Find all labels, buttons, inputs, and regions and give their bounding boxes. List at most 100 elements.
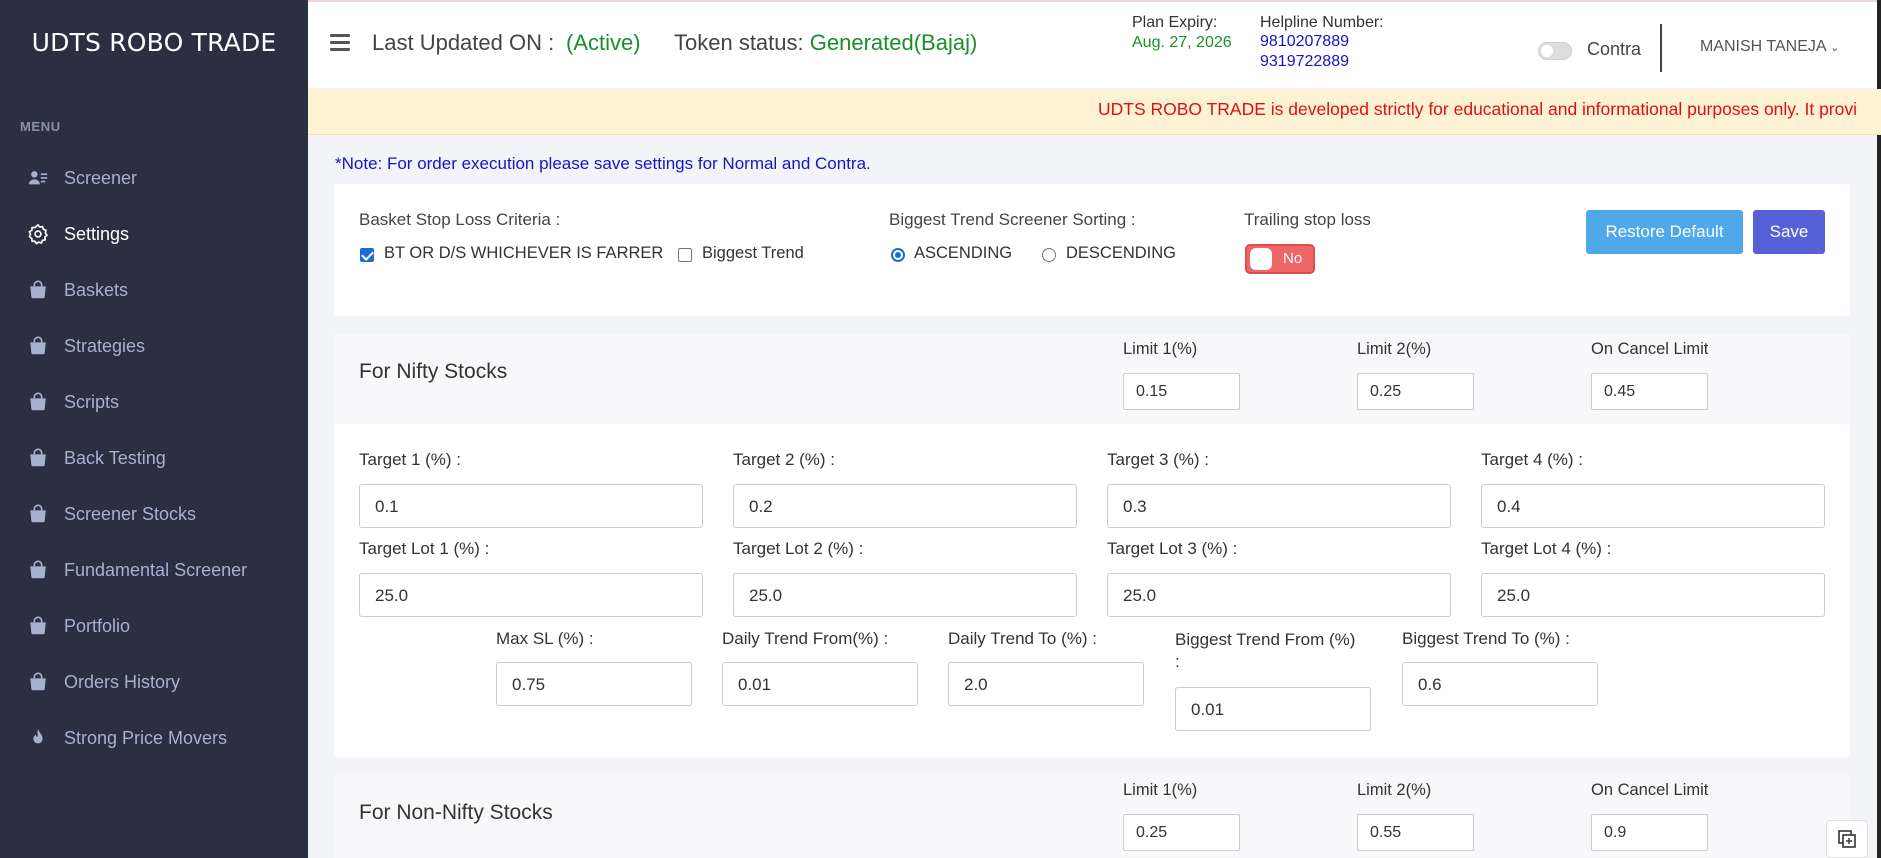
non-nifty-section-header: For Non-Nifty Stocks Limit 1(%) 0.25 Lim… [334,775,1850,858]
sidebar-item-label: Portfolio [64,615,131,636]
ascending-label: ASCENDING [914,244,1013,262]
sidebar-item-label: Strong Price Movers [64,727,228,748]
descending-label: DESCENDING [1066,244,1177,262]
biggest-trend-to-input[interactable]: 0.6 [1402,662,1598,706]
trailing-sl-toggle[interactable]: No [1245,244,1315,274]
plan-expiry: Plan Expiry: Aug. 27, 2026 [1132,14,1232,52]
sidebar-item-screener[interactable]: Screener [0,150,308,206]
daily-trend-to-label: Daily Trend To (%) : [948,629,1097,648]
nifty-cancel-input[interactable]: 0.45 [1591,373,1708,410]
non-nifty-limit2-input[interactable]: 0.55 [1357,814,1474,851]
sidebar-item-back-testing[interactable]: Back Testing [0,430,308,486]
descending-radio[interactable] [1042,248,1056,262]
sidebar-item-scripts[interactable]: Scripts [0,374,308,430]
target-lot4-input[interactable]: 25.0 [1481,573,1825,617]
non-nifty-cancel-input[interactable]: 0.9 [1591,814,1708,851]
sidebar: UDTS ROBO TRADE MENU Screener Settings Bas… [0,0,308,858]
token-status: Token status: Generated(Bajaj) [674,30,977,56]
sidebar-item-portfolio[interactable]: Portfolio [0,598,308,654]
toggle-knob [1250,248,1272,270]
divider [1660,24,1662,72]
sidebar-item-label: Baskets [64,279,129,300]
sidebar-item-strong-price-movers[interactable]: Strong Price Movers [0,710,308,766]
nifty-limit2-label: Limit 2(%) [1357,340,1432,358]
non-nifty-limit2-label: Limit 2(%) [1357,781,1432,799]
nifty-limit1-label: Limit 1(%) [1123,340,1198,358]
biggest-trend-checkbox[interactable] [678,248,692,262]
bag-icon [26,278,50,302]
target4-input[interactable]: 0.4 [1481,484,1825,528]
hamburger-menu-icon[interactable] [330,34,350,52]
target-lot3-input[interactable]: 25.0 [1107,573,1451,617]
bag-icon [26,390,50,414]
biggest-trend-from-input[interactable]: 0.01 [1175,687,1371,731]
trailing-sl-value: No [1283,250,1303,267]
helpline: Helpline Number: 9810207889 9319722889 [1260,14,1384,72]
target-lot1-input[interactable]: 25.0 [359,573,703,617]
sidebar-item-label: Screener Stocks [64,503,197,524]
biggest-trend-from-label-line1: Biggest Trend From (%) [1175,630,1356,649]
biggest-trend-from-label: Biggest Trend From (%): [1175,629,1355,673]
sidebar-item-label: Strategies [64,335,146,356]
bag-icon [26,446,50,470]
nifty-title: For Nifty Stocks [359,360,508,383]
max-sl-input[interactable]: 0.75 [496,662,692,706]
target-lot2-input[interactable]: 25.0 [733,573,1077,617]
target4-label: Target 4 (%) : [1481,450,1584,469]
save-button[interactable]: Save [1753,210,1825,254]
sidebar-nav: Screener Settings Baskets Strategies Scripts… [0,150,308,766]
target2-input[interactable]: 0.2 [733,484,1077,528]
non-nifty-limit1-input[interactable]: 0.25 [1123,814,1240,851]
brand-logo[interactable]: UDTS ROBO TRADE [0,28,308,57]
fire-icon [26,726,50,750]
target3-label: Target 3 (%) : [1107,450,1210,469]
helpline-number-2[interactable]: 9319722889 [1260,52,1384,72]
sidebar-item-orders-history[interactable]: Orders History [0,654,308,710]
sidebar-item-baskets[interactable]: Baskets [0,262,308,318]
user-name: MANISH TANEJA [1700,38,1826,55]
max-sl-label: Max SL (%) : [496,629,594,648]
gear-icon [26,222,50,246]
ascending-radio[interactable] [891,248,905,262]
sidebar-item-label: Scripts [64,391,120,412]
target-lot4-label: Target Lot 4 (%) : [1481,539,1612,558]
bag-icon [26,558,50,582]
target-lot2-label: Target Lot 2 (%) : [733,539,864,558]
disclaimer-banner: UDTS ROBO TRADE is developed strictly fo… [308,89,1881,135]
copy-icon[interactable] [1826,820,1868,858]
sidebar-item-fundamental-screener[interactable]: Fundamental Screener [0,542,308,598]
target-lot1-label: Target Lot 1 (%) : [359,539,490,558]
sidebar-item-screener-stocks[interactable]: Screener Stocks [0,486,308,542]
nifty-limit2-input[interactable]: 0.25 [1357,373,1474,410]
note-text: *Note: For order execution please save s… [335,154,871,173]
sidebar-item-label: Orders History [64,671,181,692]
topbar: Last Updated ON : (Active) Token status:… [308,0,1881,88]
nifty-limit1-input[interactable]: 0.15 [1123,373,1240,410]
sidebar-item-label: Settings [64,223,130,244]
contra-toggle[interactable] [1538,42,1572,60]
token-status-value: Generated(Bajaj) [809,30,978,55]
helpline-number-1[interactable]: 9810207889 [1260,32,1384,52]
biggest-trend-from-label-line2: : [1175,652,1180,671]
user-menu[interactable]: MANISH TANEJA ⌄ [1700,38,1839,56]
trailing-sl-label: Trailing stop loss [1244,210,1371,229]
target2-label: Target 2 (%) : [733,450,836,469]
chevron-down-icon: ⌄ [1830,42,1840,54]
bag-icon [26,334,50,358]
target3-input[interactable]: 0.3 [1107,484,1451,528]
daily-trend-to-input[interactable]: 2.0 [948,662,1144,706]
contra-label: Contra [1587,39,1642,59]
general-settings-card: Basket Stop Loss Criteria : BT OR D/S WH… [334,184,1850,316]
sidebar-item-strategies[interactable]: Strategies [0,318,308,374]
restore-default-button[interactable]: Restore Default [1586,210,1743,254]
target1-input[interactable]: 0.1 [359,484,703,528]
bt-ds-checkbox[interactable] [360,248,374,262]
sidebar-item-label: Back Testing [64,447,166,468]
daily-trend-from-input[interactable]: 0.01 [722,662,918,706]
menu-title: MENU [20,119,61,134]
sidebar-item-settings[interactable]: Settings [0,206,308,262]
biggest-trend-label: Biggest Trend [702,244,804,262]
non-nifty-cancel-label: On Cancel Limit [1591,781,1709,799]
sidebar-item-label: Fundamental Screener [64,559,248,580]
nifty-cancel-label: On Cancel Limit [1591,340,1709,358]
